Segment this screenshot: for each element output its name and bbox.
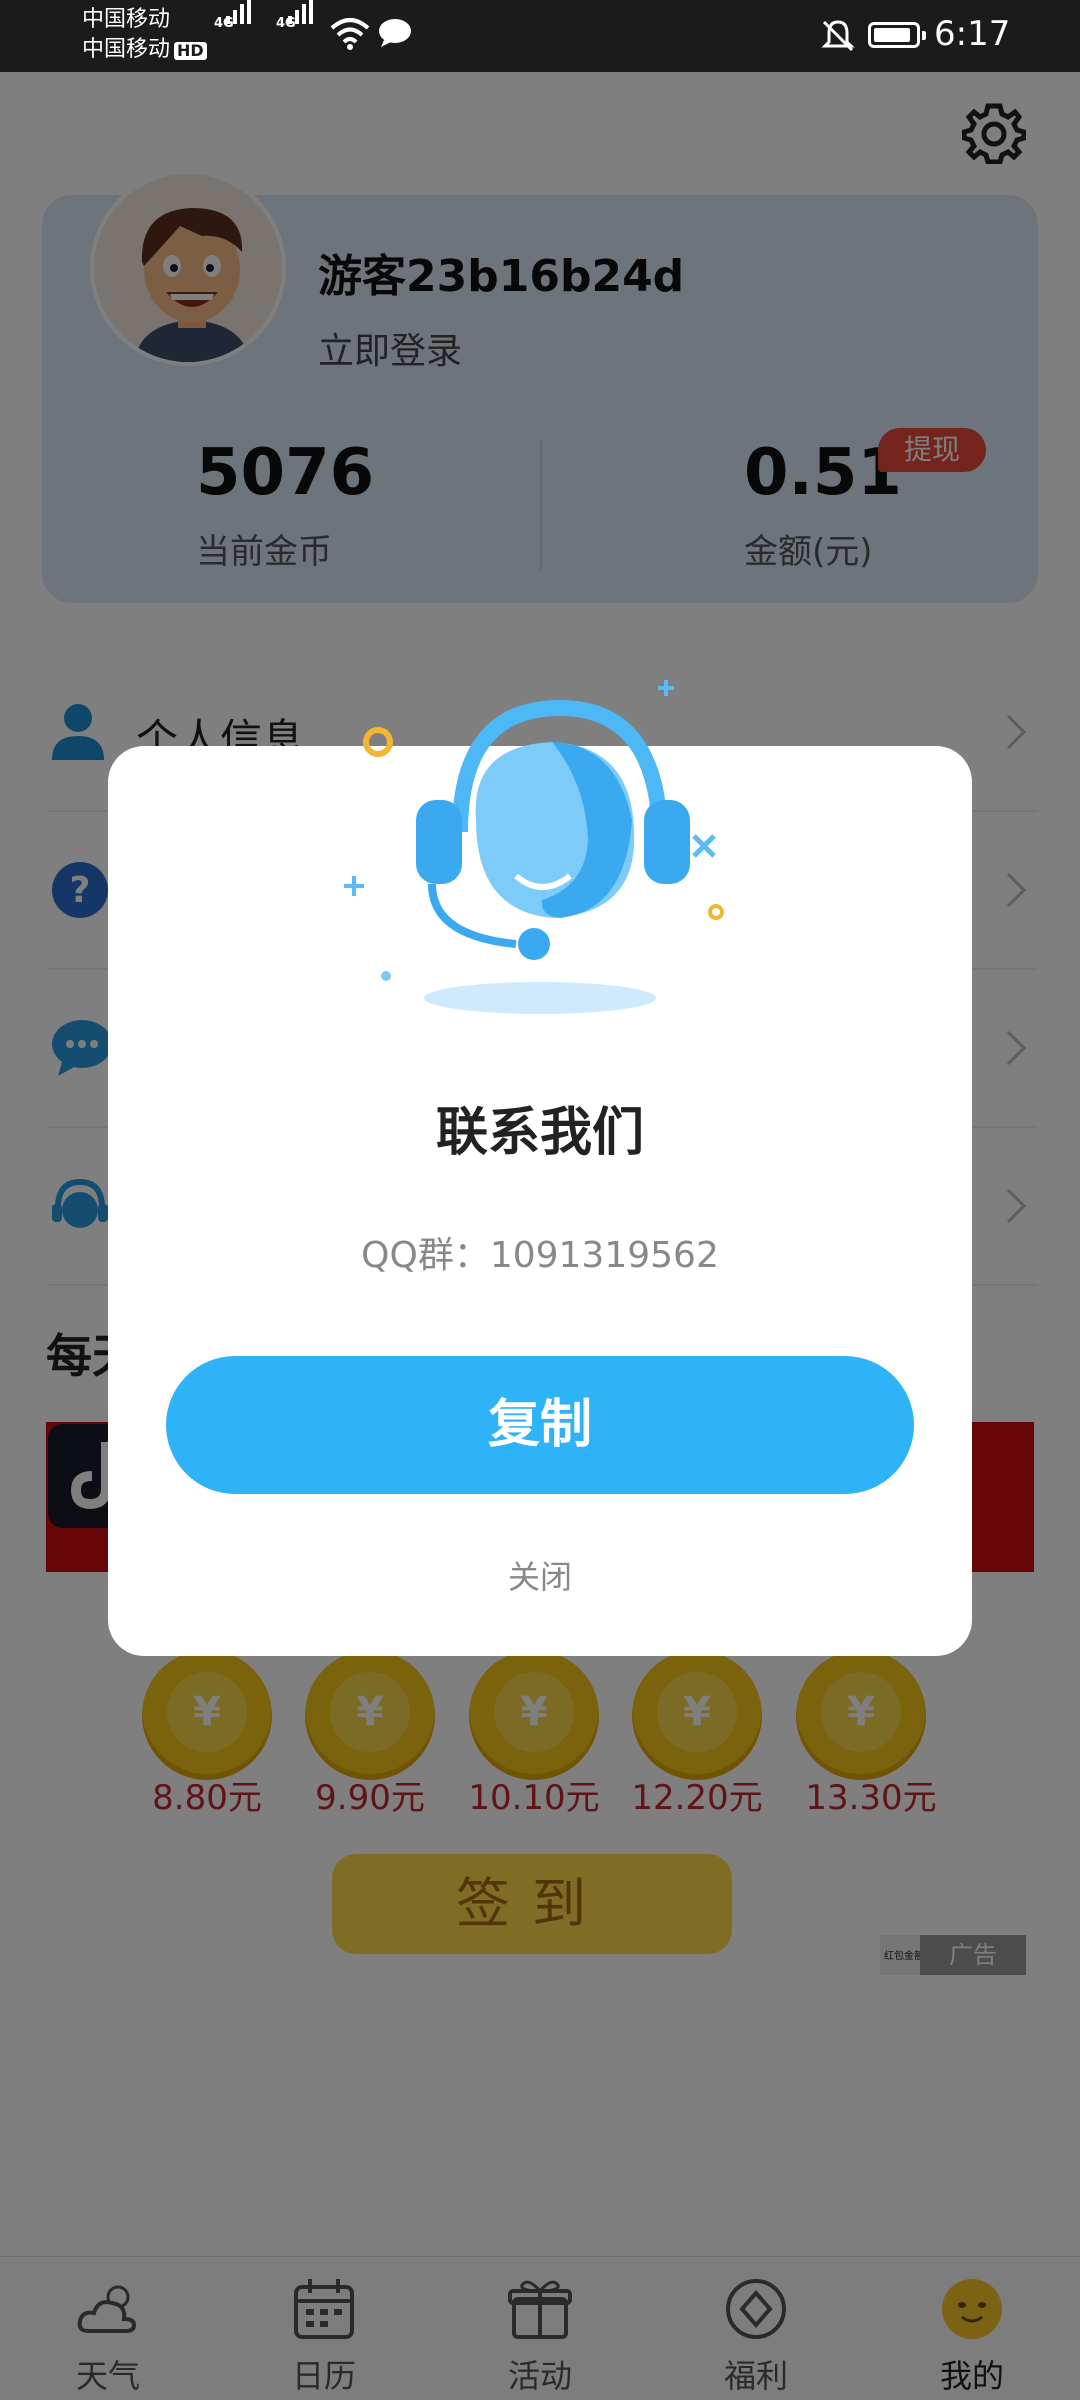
dialog-title: 联系我们: [435, 1103, 644, 1163]
customer-service-illustration-icon: [344, 680, 724, 1014]
carrier-1: 中国移动: [82, 7, 171, 32]
close-button[interactable]: 关闭: [108, 1552, 972, 1598]
carrier-2: 中国移动 HD: [82, 38, 207, 62]
notifications-off-icon: [821, 20, 855, 52]
carrier-2-name: 中国移动: [82, 37, 171, 62]
qq-group-number: QQ群：1091319562: [361, 1235, 719, 1276]
status-bar: 中国移动 中国移动 HD 4G 4G 6:17: [0, 0, 1080, 72]
copy-button[interactable]: 复制: [166, 1356, 914, 1494]
battery-icon: [868, 22, 926, 48]
message-icon: [379, 19, 411, 47]
hd-badge: HD: [174, 42, 207, 60]
network-type-2: 4G: [276, 16, 296, 31]
clock: 6:17: [934, 14, 1011, 54]
network-type-1: 4G: [214, 16, 234, 31]
wifi-icon: [330, 18, 370, 50]
